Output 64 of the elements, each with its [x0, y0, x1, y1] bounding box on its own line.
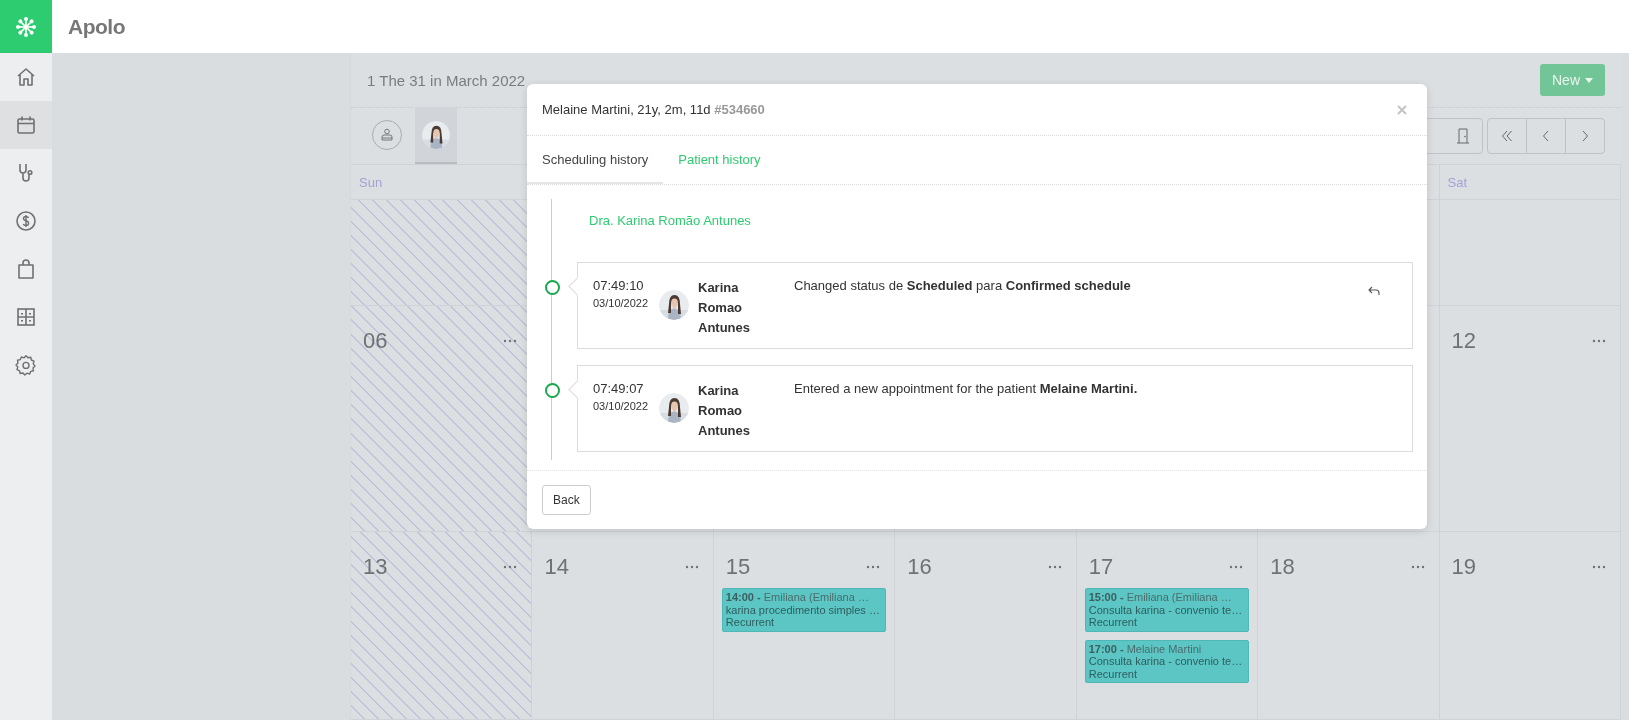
- more-icon[interactable]: [503, 339, 518, 343]
- more-icon[interactable]: [684, 565, 699, 569]
- more-icon[interactable]: [1592, 565, 1606, 569]
- logo-icon[interactable]: [0, 0, 52, 53]
- professional-name: Dra. Karina Romão Antunes: [589, 213, 752, 228]
- more-icon[interactable]: [1410, 565, 1425, 569]
- caret-icon: [1585, 77, 1593, 83]
- timeline-dot: [545, 383, 560, 398]
- undo-icon[interactable]: [1368, 286, 1380, 296]
- tab[interactable]: Patient history: [663, 136, 776, 184]
- appointment-event[interactable]: 15:00 - Emiliana (Emiliana … Consulta karina - convenio te… Recurrent: [1084, 588, 1250, 632]
- unavailable-day-cell[interactable]: 13: [351, 532, 533, 719]
- day-number: 19: [1451, 554, 1477, 580]
- day-cell[interactable]: 19: [1439, 532, 1621, 719]
- appointment-event[interactable]: 17:00 - Melaine Martini Consulta karina - convenio te… Recurrent: [1084, 639, 1250, 683]
- double-chevron-left-icon: [1501, 130, 1513, 142]
- day-cell[interactable]: 15 14:00 - Emiliana (Emiliana … karina procedimento simples … Recurrent: [713, 532, 896, 719]
- back-button[interactable]: Back: [542, 485, 591, 515]
- unavailable-day-cell[interactable]: 06: [351, 306, 533, 531]
- day-number: 06: [363, 328, 388, 354]
- sidebar-item[interactable]: [0, 101, 52, 149]
- door-icon: [1456, 128, 1470, 144]
- app-name: Apolo: [68, 14, 125, 39]
- dialog-title: Melaine Martini, 21y, 2m, 11d #534660: [542, 102, 765, 117]
- entry-date: 03/10/2022: [593, 297, 650, 309]
- day-number: 17: [1088, 554, 1114, 580]
- more-icon[interactable]: [1592, 339, 1606, 343]
- day-cell[interactable]: 18: [1258, 532, 1440, 719]
- tab[interactable]: Scheduling history: [527, 136, 664, 184]
- day-number: 14: [544, 554, 569, 580]
- close-icon[interactable]: [1397, 104, 1407, 115]
- day-number: 12: [1451, 328, 1477, 354]
- chevron-right-icon: [1581, 130, 1589, 142]
- timeline-dot: [545, 280, 560, 295]
- more-icon[interactable]: [1047, 565, 1062, 569]
- author-name: Karina Romao Antunes: [698, 382, 751, 440]
- day-cell[interactable]: 12: [1439, 306, 1621, 531]
- grid-icon: [14, 305, 38, 329]
- day-cell[interactable]: 14: [532, 532, 714, 719]
- entry-message: Entered a new appointment for the patient Melaine Martini.: [794, 381, 1139, 398]
- professional-tab[interactable]: [415, 108, 457, 164]
- entry-time: 07:49:07: [593, 381, 645, 396]
- day-cell[interactable]: 17 15:00 - Emiliana (Emiliana … Consulta karina - convenio te… Recurrent 17:00 - Melaine Martini Consulta karina - convenio te… Recurrent: [1076, 532, 1259, 719]
- author-name: Karina Romao Antunes: [698, 279, 751, 337]
- day-cell[interactable]: 16: [895, 532, 1077, 719]
- entry-time: 07:49:10: [593, 278, 645, 293]
- calendar-title: 1 The 31 in March 2022: [367, 71, 526, 89]
- day-number: 16: [907, 554, 932, 580]
- entry-message: Changed status de Scheduled para Confirmed schedule: [794, 278, 1132, 295]
- more-icon[interactable]: [503, 565, 518, 569]
- user-icon: [379, 127, 395, 143]
- day-number: 18: [1270, 554, 1295, 580]
- day-number: 13: [363, 554, 388, 580]
- chevron-left-icon: [1542, 130, 1550, 142]
- weekday-label: Sat: [1447, 174, 1468, 190]
- entry-date: 03/10/2022: [593, 400, 650, 412]
- day-number: 15: [725, 554, 751, 580]
- appointment-event[interactable]: 14:00 - Emiliana (Emiliana … karina procedimento simples … Recurrent: [721, 588, 887, 632]
- weekday-label: Sun: [359, 174, 383, 190]
- dollar-icon: [14, 209, 38, 233]
- more-icon[interactable]: [1229, 565, 1244, 569]
- more-icon[interactable]: [866, 565, 881, 569]
- settings-icon: [14, 353, 38, 377]
- new-button[interactable]: New: [1540, 64, 1605, 96]
